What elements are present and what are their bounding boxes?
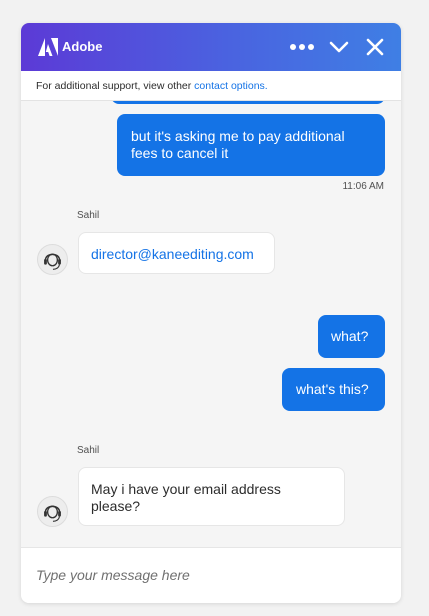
headset-agent-icon (37, 244, 68, 275)
agent-message: director@kaneediting.com (78, 232, 275, 274)
contact-options-link[interactable]: contact options. (194, 80, 268, 92)
support-text: For additional support, view other (36, 80, 195, 92)
close-icon[interactable] (364, 35, 386, 59)
agent-name: Sahil (77, 445, 100, 456)
agent-message: May i have your email address please? (78, 467, 345, 526)
message-timestamp: 11:06 AM (342, 181, 384, 192)
message-composer (21, 547, 401, 603)
chat-widget: Adobe For additional support, view other… (21, 23, 401, 603)
chevron-down-icon[interactable] (328, 35, 350, 59)
user-message: but it's asking me to pay additional fee… (117, 114, 385, 176)
user-message: what's this? (282, 368, 385, 411)
adobe-logo-icon (38, 38, 58, 56)
more-dots-icon[interactable] (289, 35, 315, 59)
previous-message-bubble (111, 101, 385, 104)
email-link[interactable]: director@kaneediting.com (91, 246, 254, 262)
chat-header: Adobe (21, 23, 401, 71)
headset-agent-icon (37, 496, 68, 527)
support-banner: For additional support, view other conta… (21, 71, 401, 101)
message-input[interactable] (36, 564, 386, 586)
agent-name: Sahil (77, 210, 100, 221)
user-message: what? (318, 315, 385, 358)
brand-name: Adobe (62, 39, 103, 54)
message-list[interactable]: but it's asking me to pay additional fee… (21, 101, 401, 547)
